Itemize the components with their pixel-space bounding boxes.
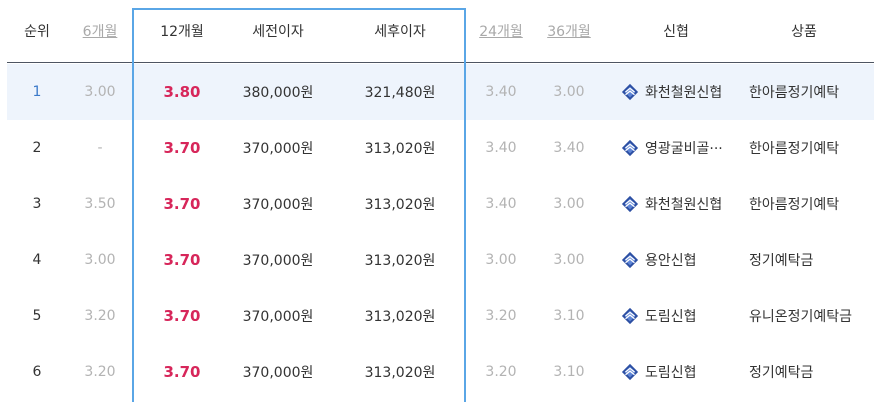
pretax-interest-cell: 370,000원	[242, 365, 314, 381]
rate-6m-cell: 3.00	[84, 252, 116, 268]
table-row[interactable]: 5 3.20 3.70 370,000원 313,020원 3.20 3.10	[7, 288, 874, 344]
product-cell[interactable]: 한아름정기예탁	[749, 120, 874, 176]
bank-name: 화천철원신협	[645, 197, 723, 213]
table-row[interactable]: 4 3.00 3.70 370,000원 313,020원 3.00 3.00	[7, 232, 874, 288]
aftertax-interest-cell: 313,020원	[364, 309, 436, 325]
bank-name: 도림신협	[645, 365, 697, 381]
header-pretax-interest: 세전이자	[252, 24, 304, 40]
bank-name: 용안신협	[645, 253, 697, 269]
rate-12m-cell: 3.70	[163, 307, 201, 325]
header-12-months: 12개월	[160, 24, 204, 40]
aftertax-interest-cell: 313,020원	[364, 365, 436, 381]
rate-6m-cell: 3.20	[84, 364, 116, 380]
product-cell[interactable]: 한아름정기예탁	[749, 176, 874, 232]
bank-cell[interactable]: 도림신협	[621, 288, 749, 344]
aftertax-interest-cell: 321,480원	[364, 85, 436, 101]
product-cell[interactable]: 정기예탁금	[749, 232, 874, 288]
aftertax-interest-cell: 313,020원	[364, 197, 436, 213]
shinhyup-logo-icon	[621, 83, 639, 101]
pretax-interest-cell: 370,000원	[242, 309, 314, 325]
aftertax-interest-cell: 313,020원	[364, 253, 436, 269]
rank-cell: 6	[32, 364, 42, 380]
table-row[interactable]: 3 3.50 3.70 370,000원 313,020원 3.40 3.00	[7, 176, 874, 232]
rate-12m-cell: 3.80	[163, 83, 201, 101]
bank-name: 화천철원신협	[645, 85, 723, 101]
pretax-interest-cell: 370,000원	[242, 197, 314, 213]
rate-12m-cell: 3.70	[163, 195, 201, 213]
rate-12m-cell: 3.70	[163, 251, 201, 269]
rate-24m-cell: 3.20	[485, 364, 517, 380]
shinhyup-logo-icon	[621, 195, 639, 213]
bank-cell[interactable]: 용안신협	[621, 232, 749, 288]
rank-cell: 1	[32, 84, 42, 100]
pretax-interest-cell: 380,000원	[242, 85, 314, 101]
rate-36m-cell: 3.00	[553, 84, 585, 100]
rate-36m-cell: 3.10	[553, 364, 585, 380]
rank-cell: 3	[32, 196, 42, 212]
header-6-months-link[interactable]: 6개월	[67, 0, 133, 62]
table-header: 순위 6개월 12개월 세전이자 세후이자 24개월 36개월 신협 상품	[0, 0, 874, 62]
product-cell[interactable]: 유니온정기예탁금	[749, 288, 874, 344]
bank-cell[interactable]: 도림신협	[621, 344, 749, 400]
shinhyup-logo-icon	[621, 307, 639, 325]
product-cell[interactable]: 정기예탁금	[749, 344, 874, 400]
header-aftertax-interest: 세후이자	[374, 24, 426, 40]
bank-name: 영광굴비골···	[645, 141, 723, 157]
pretax-interest-cell: 370,000원	[242, 253, 314, 269]
header-24-months-link[interactable]: 24개월	[466, 0, 536, 62]
table-row[interactable]: 6 3.20 3.70 370,000원 313,020원 3.20 3.10	[7, 344, 874, 400]
rank-cell: 5	[32, 308, 42, 324]
rate-12m-cell: 3.70	[163, 363, 201, 381]
bank-cell[interactable]: 화천철원신협	[621, 176, 749, 232]
rate-24m-cell: 3.20	[485, 308, 517, 324]
header-divider	[7, 62, 874, 63]
rank-cell: 2	[32, 140, 42, 156]
header-product: 상품	[791, 24, 817, 40]
rate-36m-cell: 3.40	[553, 140, 585, 156]
header-rank: 순위	[24, 24, 50, 40]
bank-cell[interactable]: 화천철원신협	[621, 64, 749, 120]
bank-cell[interactable]: 영광굴비골···	[621, 120, 749, 176]
pretax-interest-cell: 370,000원	[242, 141, 314, 157]
rate-24m-cell: 3.40	[485, 196, 517, 212]
header-bank: 신협	[663, 24, 689, 40]
bank-name: 도림신협	[645, 309, 697, 325]
aftertax-interest-cell: 313,020원	[364, 141, 436, 157]
rate-24m-cell: 3.40	[485, 140, 517, 156]
rate-24m-cell: 3.00	[485, 252, 517, 268]
rate-12m-cell: 3.70	[163, 139, 201, 157]
shinhyup-logo-icon	[621, 363, 639, 381]
rate-36m-cell: 3.00	[553, 196, 585, 212]
table-row[interactable]: 2 - 3.70 370,000원 313,020원 3.40 3.40 영광굴…	[7, 120, 874, 176]
shinhyup-logo-icon	[621, 251, 639, 269]
rate-6m-cell: 3.20	[84, 308, 116, 324]
header-36-months-link[interactable]: 36개월	[536, 0, 602, 62]
rate-36m-cell: 3.10	[553, 308, 585, 324]
rate-36m-cell: 3.00	[553, 252, 585, 268]
rate-6m-cell: 3.50	[84, 196, 116, 212]
table-row[interactable]: 1 3.00 3.80 380,000원 321,480원 3.40 3.00	[7, 64, 874, 120]
deposit-rate-table: 순위 6개월 12개월 세전이자 세후이자 24개월 36개월 신협 상품 1 …	[0, 0, 874, 402]
shinhyup-logo-icon	[621, 139, 639, 157]
rate-6m-cell: 3.00	[84, 84, 116, 100]
rate-6m-cell: -	[97, 140, 103, 156]
product-cell[interactable]: 한아름정기예탁	[749, 64, 874, 120]
rank-cell: 4	[32, 252, 42, 268]
rate-24m-cell: 3.40	[485, 84, 517, 100]
